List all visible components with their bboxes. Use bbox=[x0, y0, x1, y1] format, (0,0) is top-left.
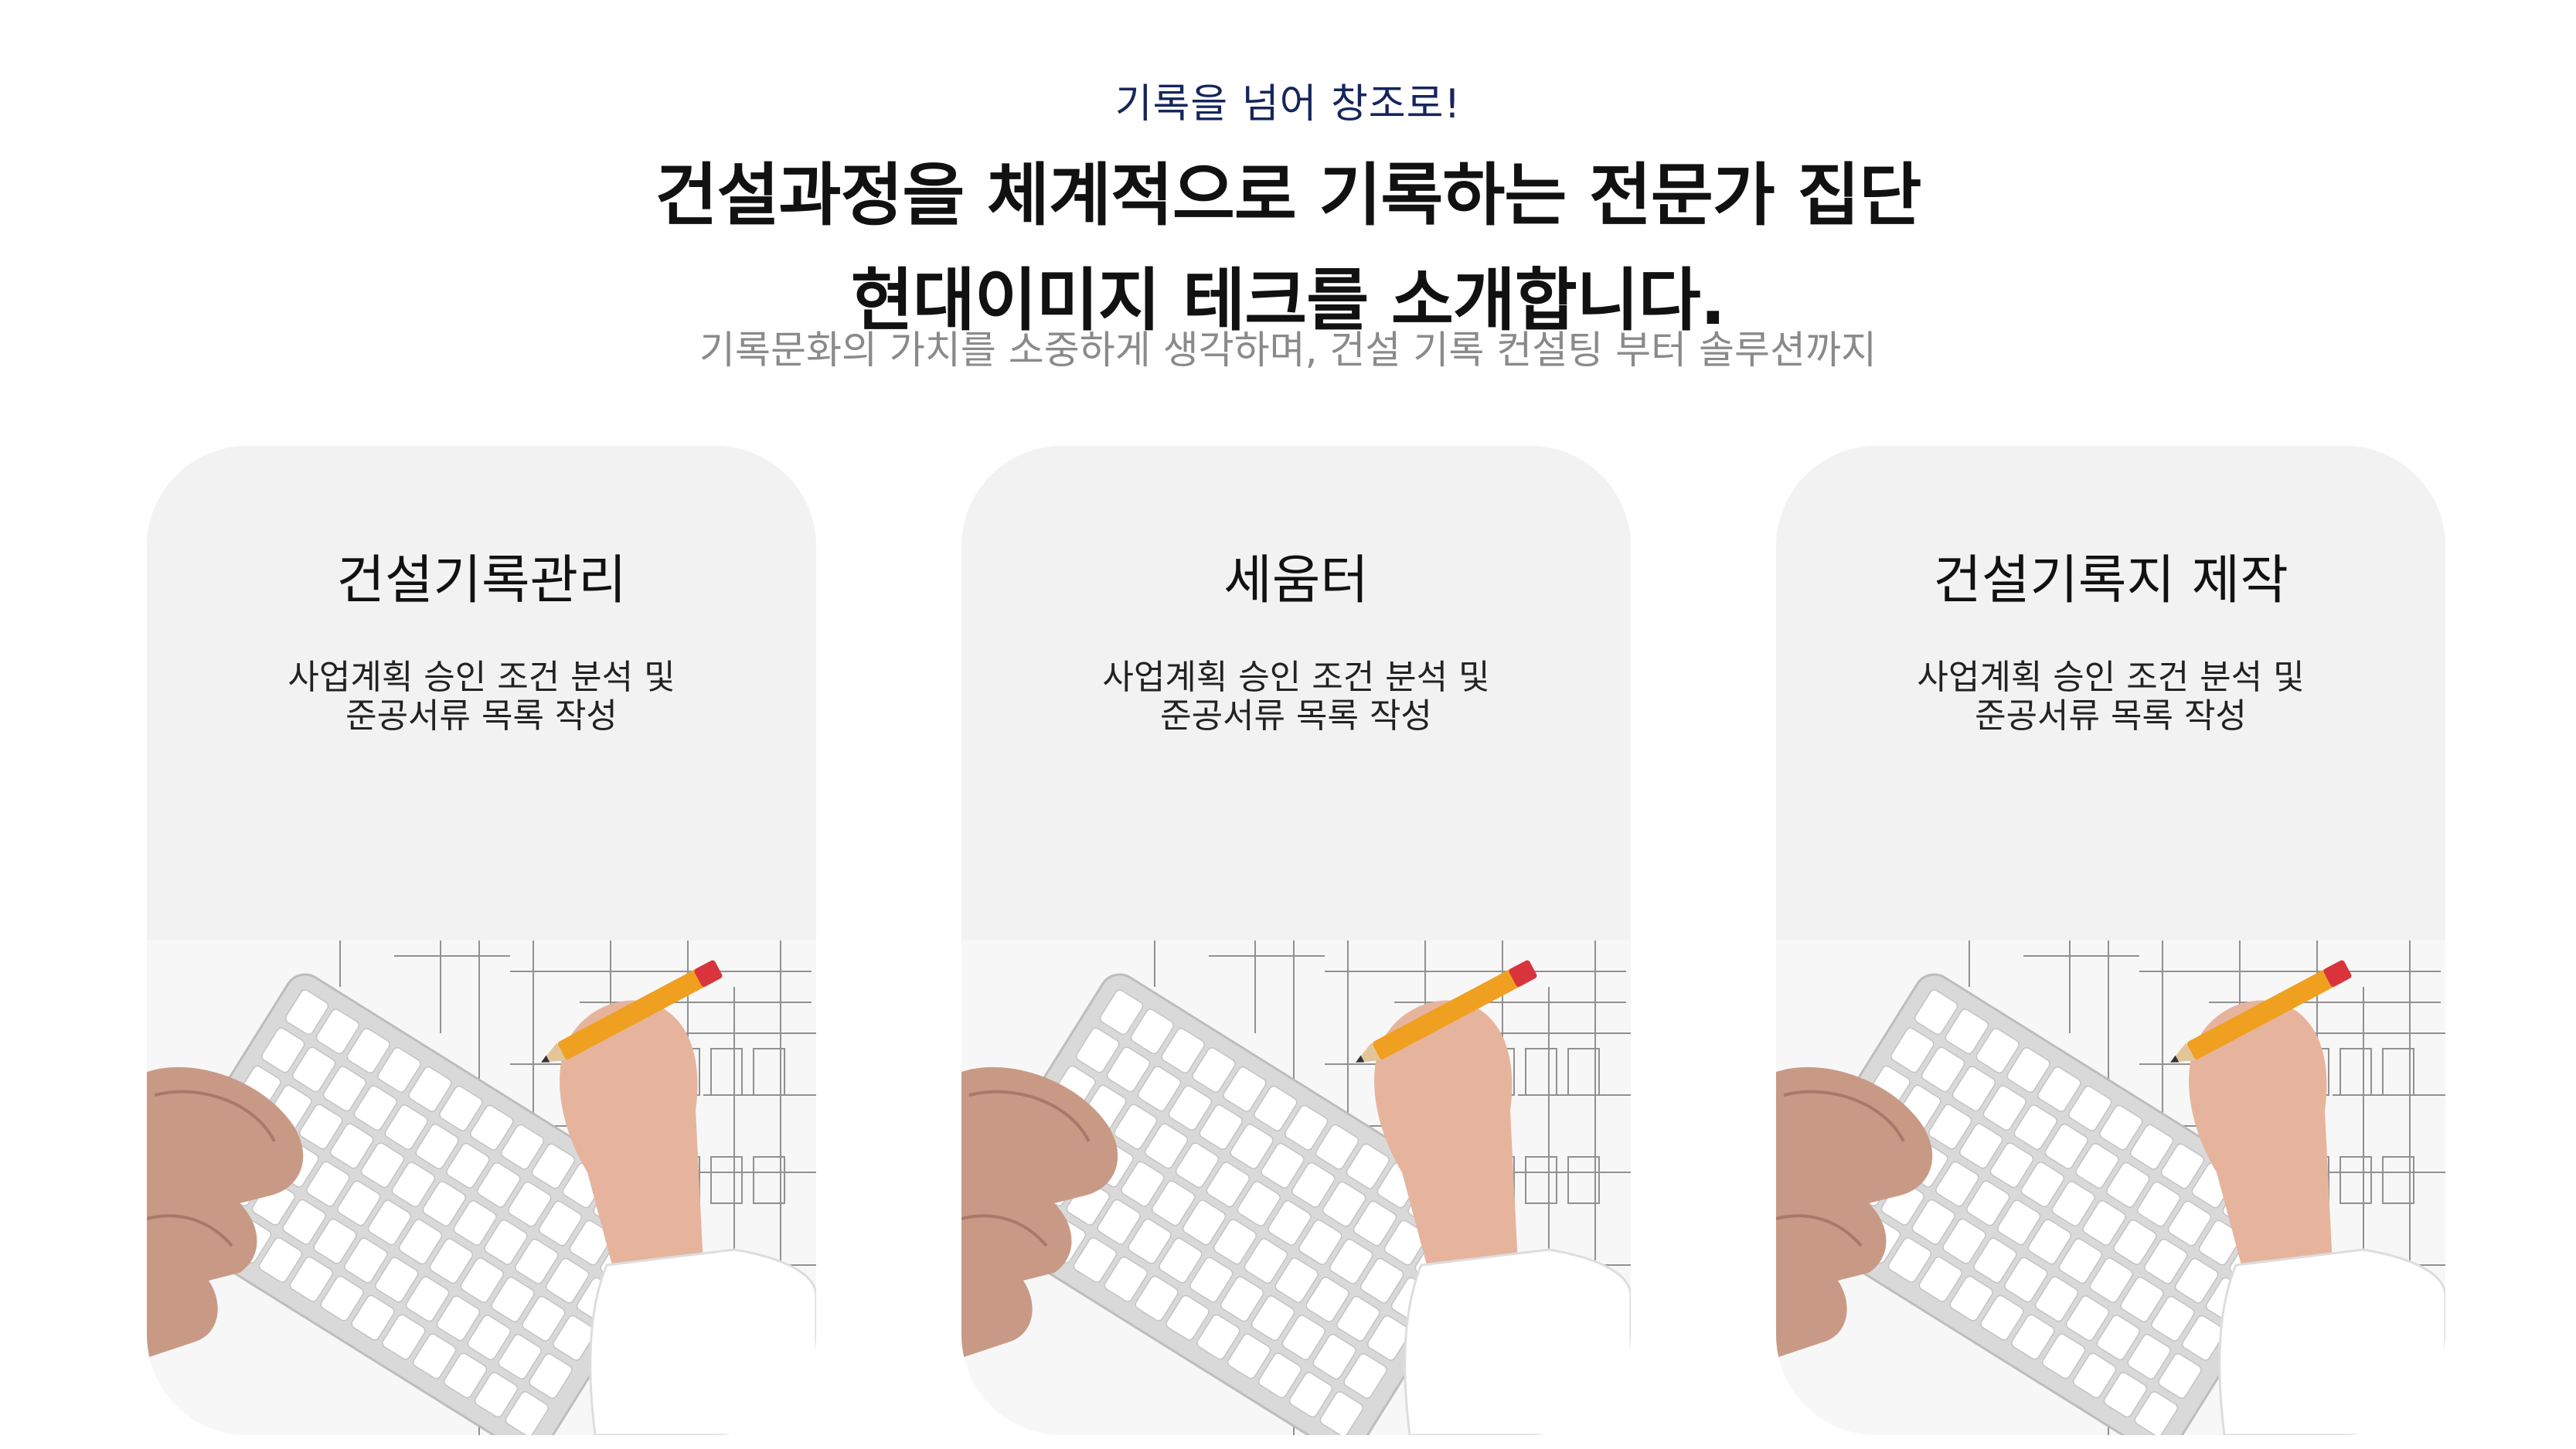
card-text-area: 세움터 사업계획 승인 조건 분석 및 준공서류 목록 작성 bbox=[961, 446, 1631, 940]
service-card-records-book-production[interactable]: 건설기록지 제작 사업계획 승인 조건 분석 및 준공서류 목록 작성 bbox=[1776, 446, 2445, 1435]
headline-line-1: 건설과정을 체계적으로 기록하는 전문가 집단 bbox=[655, 155, 1922, 235]
photo-illustration bbox=[147, 940, 816, 1435]
eyebrow-text: 기록을 넘어 창조로! bbox=[1114, 81, 1462, 128]
card-photo-keyboard-blueprint bbox=[147, 940, 816, 1435]
card-description: 사업계획 승인 조건 분석 및 준공서류 목록 작성 bbox=[1776, 658, 2445, 736]
card-title: 세움터 bbox=[1223, 550, 1369, 611]
card-desc-line-1: 사업계획 승인 조건 분석 및 bbox=[1102, 658, 1490, 697]
photo-illustration bbox=[961, 940, 1631, 1435]
card-desc-line-1: 사업계획 승인 조건 분석 및 bbox=[288, 658, 675, 697]
card-description: 사업계획 승인 조건 분석 및 준공서류 목록 작성 bbox=[961, 658, 1631, 736]
page: 기록을 넘어 창조로! 건설과정을 체계적으로 기록하는 전문가 집단 현대이미… bbox=[0, 0, 2576, 1449]
card-text-area: 건설기록지 제작 사업계획 승인 조건 분석 및 준공서류 목록 작성 bbox=[1776, 446, 2445, 940]
page-headline: 건설과정을 체계적으로 기록하는 전문가 집단 현대이미지 테크를 소개합니다. bbox=[0, 143, 2576, 353]
card-description: 사업계획 승인 조건 분석 및 준공서류 목록 작성 bbox=[147, 658, 816, 736]
card-desc-line-2: 준공서류 목록 작성 bbox=[345, 696, 618, 736]
hero-subline: 기록문화의 가치를 소중하게 생각하며, 건설 기록 컨설팅 부터 솔루션까지 bbox=[699, 328, 1877, 372]
card-desc-line-2: 준공서류 목록 작성 bbox=[1975, 696, 2247, 736]
service-card-seumteo[interactable]: 세움터 사업계획 승인 조건 분석 및 준공서류 목록 작성 bbox=[961, 446, 1631, 1435]
card-title: 건설기록관리 bbox=[336, 550, 627, 611]
photo-illustration bbox=[1776, 940, 2445, 1435]
card-text-area: 건설기록관리 사업계획 승인 조건 분석 및 준공서류 목록 작성 bbox=[147, 446, 816, 940]
card-desc-line-1: 사업계획 승인 조건 분석 및 bbox=[1917, 658, 2305, 697]
card-photo-keyboard-blueprint bbox=[961, 940, 1631, 1435]
service-card-records-management[interactable]: 건설기록관리 사업계획 승인 조건 분석 및 준공서류 목록 작성 bbox=[147, 446, 816, 1435]
card-desc-line-2: 준공서류 목록 작성 bbox=[1160, 696, 1432, 736]
card-photo-keyboard-blueprint bbox=[1776, 940, 2445, 1435]
card-title: 건설기록지 제작 bbox=[1933, 550, 2288, 611]
